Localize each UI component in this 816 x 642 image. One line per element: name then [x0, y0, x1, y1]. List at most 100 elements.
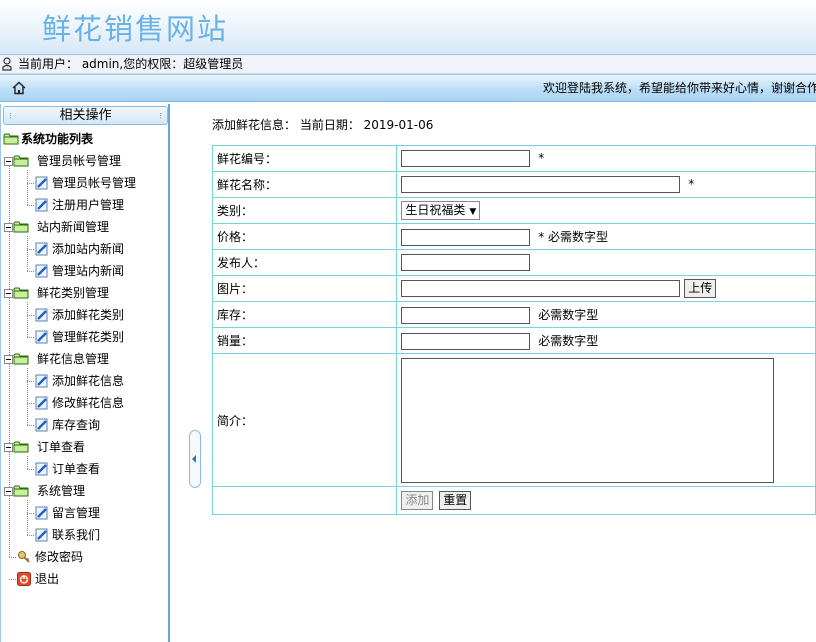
sidebar: ⁝ 相关操作 ⁝ 系统功能列表 管理员帐号管理 管理员帐号管理 注册用户管理 站内新闻管…	[0, 104, 170, 642]
price-cell: * 必需数字型	[396, 223, 816, 250]
tree-group-label: 订单查看	[37, 440, 86, 454]
edit-document-icon	[35, 198, 48, 212]
tree-group[interactable]: 站内新闻管理	[4, 216, 164, 238]
name-cell: *	[396, 171, 816, 198]
edit-document-icon	[35, 264, 48, 278]
key-icon	[18, 551, 30, 563]
sales-cell: 必需数字型	[396, 327, 816, 354]
tree-group-label: 系统管理	[37, 484, 86, 498]
form-row-stock: 库存： 必需数字型	[211, 301, 816, 328]
intro-cell	[396, 353, 816, 487]
collapse-minus-icon[interactable]	[4, 487, 13, 496]
tree-root[interactable]: 系统功能列表	[3, 128, 163, 150]
collapse-minus-icon[interactable]	[4, 157, 13, 166]
tree-item-label: 联系我们	[52, 528, 101, 542]
actions-cell: 添加 重置	[396, 486, 816, 515]
user-icon	[2, 57, 12, 71]
collapse-minus-icon[interactable]	[4, 223, 13, 232]
category-selected-value: 生日祝福类	[405, 203, 466, 217]
tree-group[interactable]: 系统管理	[4, 480, 164, 502]
category-select[interactable]: 生日祝福类 ▼	[401, 201, 481, 220]
form-row-image: 图片： 上传	[211, 275, 816, 302]
tree-group-label: 鲜花类别管理	[37, 286, 110, 300]
sidebar-title: 相关操作	[59, 108, 112, 123]
edit-document-icon	[35, 308, 48, 322]
add-flower-form: 鲜花编号： * 鲜花名称： * 类别： 生日祝福类 ▼ 价格： * 必需数字型 发…	[211, 145, 816, 515]
name-label: 鲜花名称：	[211, 171, 398, 198]
tree-item-label: 订单查看	[52, 462, 101, 476]
code-label: 鲜花编号：	[211, 145, 398, 172]
publisher-input[interactable]	[401, 254, 531, 271]
tree-item[interactable]: 留言管理	[35, 502, 165, 524]
intro-textarea[interactable]	[401, 357, 775, 483]
tree-item-label: 修改鲜花信息	[52, 396, 125, 410]
tree-item[interactable]: 库存查询	[35, 414, 165, 436]
collapse-minus-icon[interactable]	[4, 443, 13, 452]
grip-icon: ⁝	[159, 112, 162, 122]
upload-button[interactable]: 上传	[684, 279, 717, 298]
tree-group[interactable]: 鲜花信息管理	[4, 348, 164, 370]
collapse-minus-icon[interactable]	[4, 289, 13, 298]
code-cell: *	[396, 145, 816, 172]
tree-item[interactable]: 添加鲜花信息	[35, 370, 165, 392]
edit-document-icon	[35, 374, 48, 388]
tree-item[interactable]: 联系我们	[35, 524, 165, 546]
tree-item[interactable]: 添加鲜花类别	[35, 304, 165, 326]
add-button[interactable]: 添加	[401, 491, 434, 510]
folder-open-icon	[13, 287, 29, 299]
tree-item-change-password[interactable]: 修改密码	[17, 546, 157, 568]
tree-item[interactable]: 修改鲜花信息	[35, 392, 165, 414]
form-row-name: 鲜花名称： *	[211, 171, 816, 198]
tree-item[interactable]: 添加站内新闻	[35, 238, 165, 260]
sidebar-collapse-handle[interactable]	[189, 430, 201, 488]
form-row-intro: 简介：	[211, 353, 816, 487]
sales-note: 必需数字型	[538, 333, 599, 348]
category-label: 类别：	[211, 197, 398, 224]
tree-item-label: 库存查询	[52, 418, 101, 432]
form-row-category: 类别： 生日祝福类 ▼	[211, 197, 816, 224]
intro-label: 简介：	[211, 353, 398, 487]
home-icon[interactable]	[12, 81, 26, 95]
reset-button[interactable]: 重置	[439, 491, 472, 510]
image-cell: 上传	[396, 275, 816, 302]
collapse-minus-icon[interactable]	[4, 355, 13, 364]
tree-item[interactable]: 管理员帐号管理	[35, 172, 165, 194]
power-icon	[17, 572, 31, 586]
edit-document-icon	[35, 176, 48, 190]
tree-item-label: 添加鲜花信息	[52, 374, 125, 388]
tree-item[interactable]: 管理站内新闻	[35, 260, 165, 282]
edit-document-icon	[35, 506, 48, 520]
tree-group[interactable]: 管理员帐号管理	[4, 150, 164, 172]
tree-item[interactable]: 订单查看	[35, 458, 165, 480]
stock-cell: 必需数字型	[396, 301, 816, 328]
edit-document-icon	[35, 528, 48, 542]
stock-label: 库存：	[211, 301, 398, 328]
collapse-arrow-icon	[192, 455, 196, 463]
page-title: 添加鲜花信息： 当前日期： 2019-01-06	[212, 118, 434, 132]
tree-item[interactable]: 注册用户管理	[35, 194, 165, 216]
form-row-price: 价格： * 必需数字型	[211, 223, 816, 250]
form-row-sales: 销量： 必需数字型	[211, 327, 816, 354]
tree-item-label: 添加鲜花类别	[52, 308, 125, 322]
sales-input[interactable]	[401, 332, 531, 350]
tree-item[interactable]: 管理鲜花类别	[35, 326, 165, 348]
tree-item-logout[interactable]: 退出	[17, 568, 157, 590]
code-required-note: *	[538, 151, 545, 165]
tree-group[interactable]: 鲜花类别管理	[4, 282, 164, 304]
price-note: * 必需数字型	[538, 229, 609, 244]
edit-document-icon	[35, 330, 48, 344]
nav-bar: 欢迎登陆我系统，希望能给你带来好心情，谢谢合作	[0, 74, 816, 102]
price-input[interactable]	[401, 228, 531, 246]
flower-code-input[interactable]	[401, 150, 531, 167]
image-path-input[interactable]	[401, 280, 681, 297]
name-required-note: *	[688, 177, 695, 191]
edit-document-icon	[35, 462, 48, 476]
stock-input[interactable]	[401, 306, 531, 324]
tree-group[interactable]: 订单查看	[4, 436, 164, 458]
folder-open-icon	[13, 155, 29, 167]
sales-label: 销量：	[211, 327, 398, 354]
site-title: 鲜花销售网站	[42, 12, 229, 46]
site-header: 鲜花销售网站	[0, 0, 816, 55]
flower-name-input[interactable]	[401, 176, 681, 193]
tree-root-label: 系统功能列表	[21, 132, 94, 146]
